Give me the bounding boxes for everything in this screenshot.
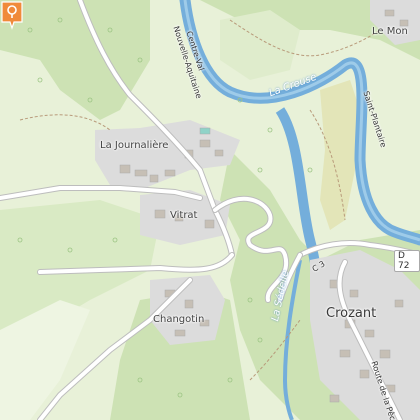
place-label-crozant: Crozant — [326, 306, 377, 321]
place-label-la-journaliere: La Journalière — [100, 140, 169, 151]
place-label-vitrat: Vitrat — [170, 210, 198, 221]
map-view[interactable]: La Journalière Vitrat Changotin Crozant … — [0, 0, 420, 420]
location-pin-icon[interactable] — [0, 0, 24, 30]
map-canvas — [0, 0, 420, 420]
place-label-le-mon: Le Mon — [372, 26, 408, 37]
road-shield-d72: D 72 — [394, 250, 420, 272]
place-label-changotin: Changotin — [153, 314, 205, 325]
